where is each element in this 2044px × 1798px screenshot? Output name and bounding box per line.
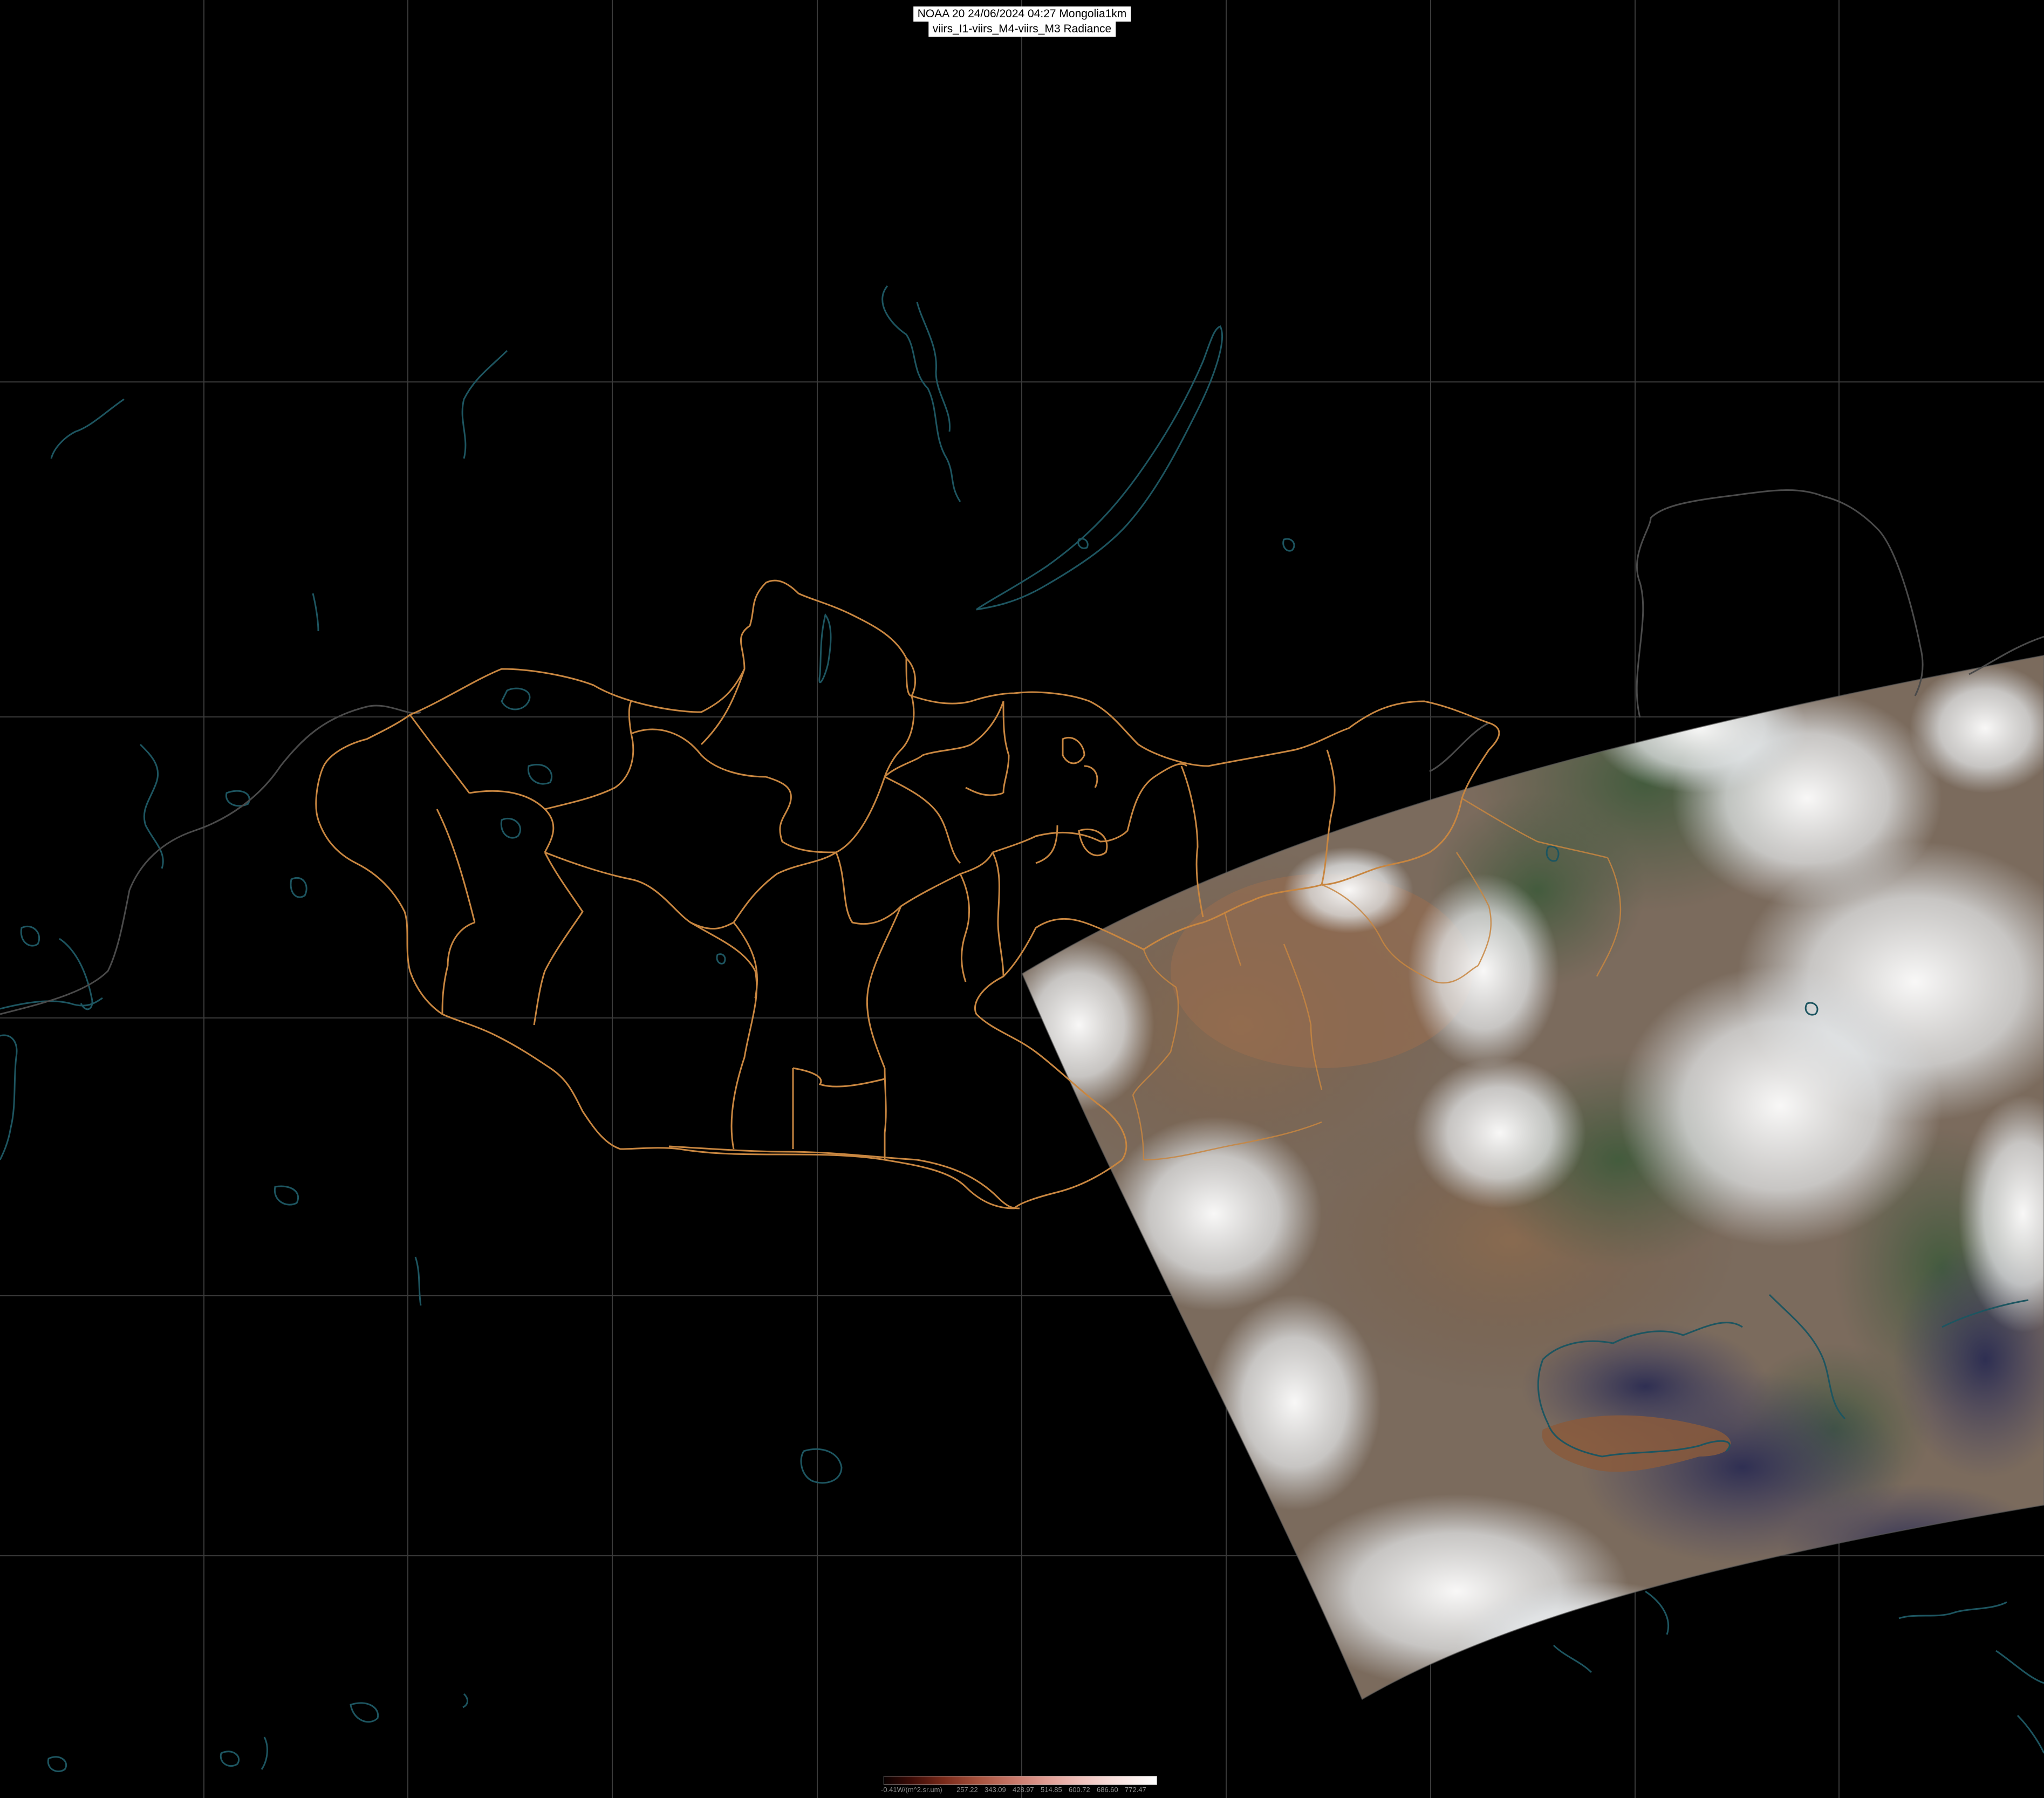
colorbar-unit-label: -0.41W/(m^2.sr.um) — [881, 1786, 942, 1794]
colorbar-tick-label: 257.22 — [956, 1786, 978, 1794]
satellite-swath-image — [1022, 655, 2044, 1699]
map-title-line-2: viirs_I1-viirs_M4-viirs_M3 Radiance — [928, 22, 1116, 37]
map-viewport: NOAA 20 24/06/2024 04:27 Mongolia1km vii… — [0, 0, 2044, 1798]
colorbar-tick-label: 600.72 — [1069, 1786, 1090, 1794]
satellite-map — [0, 0, 2044, 1798]
colorbar-tick-label: 343.09 — [985, 1786, 1006, 1794]
map-title-line-1: NOAA 20 24/06/2024 04:27 Mongolia1km — [913, 6, 1131, 22]
colorbar-legend: -0.41W/(m^2.sr.um) 257.22 343.09 428.97 … — [881, 1776, 1160, 1795]
colorbar-tick-label: 686.60 — [1097, 1786, 1118, 1794]
colorbar-tick-label: 428.97 — [1013, 1786, 1034, 1794]
colorbar-tick-label: 514.85 — [1041, 1786, 1062, 1794]
colorbar-gradient — [884, 1776, 1157, 1785]
colorbar-tick-label: 772.47 — [1125, 1786, 1146, 1794]
colorbar-labels: -0.41W/(m^2.sr.um) 257.22 343.09 428.97 … — [881, 1785, 1160, 1795]
